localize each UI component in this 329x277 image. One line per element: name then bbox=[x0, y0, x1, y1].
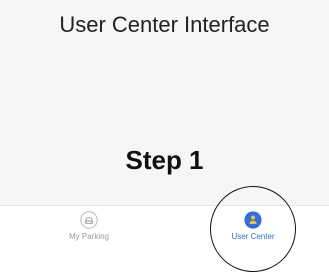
content-panel: User Center Interface Step 1 bbox=[0, 0, 329, 205]
tab-my-parking[interactable]: My Parking bbox=[29, 206, 149, 249]
page-title: User Center Interface bbox=[59, 12, 270, 37]
tab-user-center-label: User Center bbox=[231, 232, 275, 241]
user-icon bbox=[244, 211, 262, 229]
tab-user-center[interactable]: User Center bbox=[193, 206, 313, 249]
tab-my-parking-label: My Parking bbox=[68, 232, 109, 241]
screen: User Center Interface Step 1 My Parking … bbox=[0, 0, 329, 277]
bottom-tab-bar: My Parking User Center bbox=[0, 205, 329, 249]
step-label: Step 1 bbox=[125, 145, 204, 175]
car-icon bbox=[80, 211, 98, 229]
